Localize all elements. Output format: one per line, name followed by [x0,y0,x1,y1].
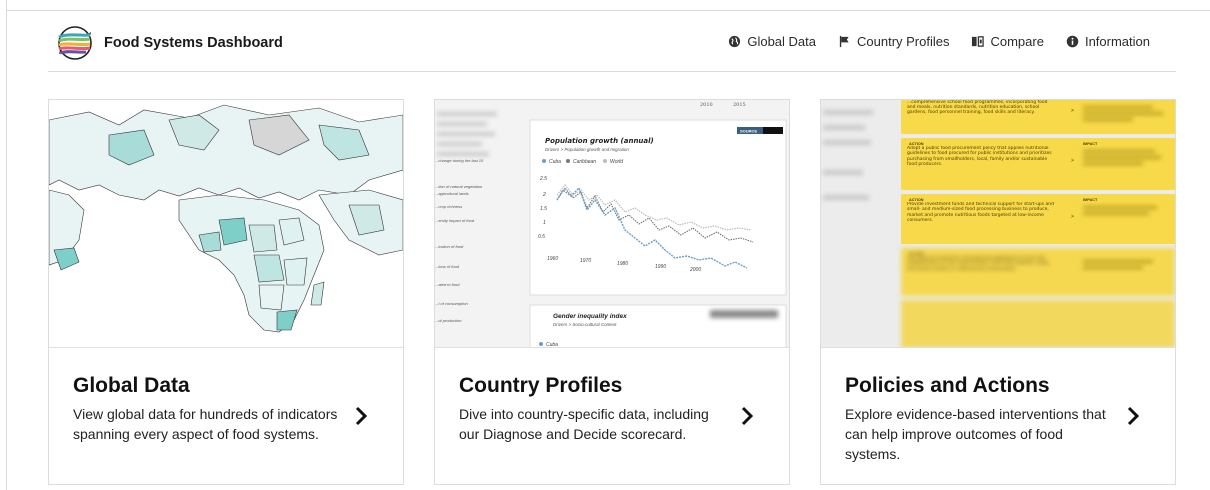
card-title: Global Data [73,374,190,397]
policies-image: ...comprehensive school food programmes,… [821,100,1175,347]
nav-compare[interactable]: Compare [971,34,1044,49]
year-label: 2010 [700,102,713,108]
legend-label: Caribbean [573,159,596,165]
y-tick: 0.5 [538,234,545,240]
card-policies-actions[interactable]: ...comprehensive school food programmes,… [820,99,1176,485]
card-title: Policies and Actions [845,374,1050,397]
sidebar-label: ...of production [435,318,462,323]
sidebar-label: ...t of consumption [435,301,468,306]
card-country-profiles[interactable]: 2010 2015 SOURCE Population growth (annu… [434,99,790,485]
y-tick: 1 [543,220,546,226]
sidebar-label: ...ersity impact of food [435,218,475,223]
impact-label: IMPACT [1083,198,1098,202]
x-tick: 1960 [547,256,558,262]
window-edge [6,0,7,490]
globe-icon [729,35,741,48]
impact-label: IMPACT [1083,142,1098,146]
action-text: Use financial incentives and planning re… [907,256,1050,272]
x-tick: 1980 [617,261,628,267]
sidebar-label: ...crop richness [435,204,462,209]
info-icon [1066,35,1079,48]
sidebar-label: ...ication of food [435,244,464,249]
logo-icon [58,26,92,60]
card-global-data[interactable]: Global Data View global data for hundred… [48,99,404,485]
legend-label: World [610,159,623,165]
x-tick: 1970 [580,258,591,264]
x-tick: 2000 [689,267,701,273]
card-description: View global data for hundreds of indicat… [73,406,338,442]
brand-link[interactable]: Food Systems Dashboard [56,24,283,62]
brand-name: Food Systems Dashboard [104,35,283,51]
nav-label: Global Data [747,34,816,49]
nav-global-data[interactable]: Global Data [728,34,816,49]
legend-label: Cuba [549,159,561,165]
action-text: ...comprehensive school food programmes,… [907,100,1048,116]
world-map-preview [49,100,403,348]
country-profile-image: 2010 2015 SOURCE Population growth (annu… [435,100,789,348]
chart-title: Population growth (annual) [545,137,654,145]
action-text: Adopt a public food procurement policy t… [907,146,1052,167]
nav-label: Information [1084,34,1150,49]
flag-icon [839,35,849,48]
chevron-right-icon: > [1071,108,1074,114]
card-description: Explore evidence-based interventions tha… [845,406,1106,462]
sidebar-label: ...ated to food [435,282,460,287]
nav-label: Compare [990,34,1044,49]
sidebar-label: ...agricultural lands [435,191,469,196]
second-chart-subtitle: Drivers > Socio-cultural Context [553,322,617,327]
chevron-right-icon[interactable] [739,405,755,427]
chevron-right-icon: > [1071,214,1074,220]
sidebar-label: ...tion of natural vegetation [435,184,483,189]
chevron-right-icon[interactable] [353,405,369,427]
y-tick: 1.5 [540,206,547,212]
chevron-right-icon: > [1071,158,1074,164]
compare-icon [972,36,985,47]
nav-information[interactable]: Information [1066,34,1150,49]
country-profile-preview: 2010 2015 SOURCE Population growth (annu… [435,100,789,348]
sidebar-label: ...change during the last 10 [435,158,484,163]
y-tick: 2 [542,192,546,198]
year-label: 2015 [733,102,746,108]
chart-subtitle: Drivers > Population growth and migratio… [545,147,629,152]
world-map-image [49,100,403,347]
y-tick: 2.5 [539,176,547,182]
second-chart-title: Gender inequality index [553,313,627,320]
nav-country-profiles[interactable]: Country Profiles [838,34,949,49]
nav-label: Country Profiles [857,34,950,49]
card-description: Dive into country-specific data, includi… [459,406,709,442]
main-nav: Global Data Country Profiles Compare Inf… [728,34,1150,49]
source-badge-label: SOURCE [740,129,757,134]
action-text: Provide investment funds and technical s… [907,202,1055,223]
legend-label: Cuba [546,342,558,348]
sidebar-label: ...ions of food [435,264,460,269]
site-header: Food Systems Dashboard Global Data Count… [48,22,1176,72]
window-top-edge [6,10,1210,11]
x-tick: 1990 [655,264,666,270]
card-title: Country Profiles [459,374,623,397]
chevron-right-icon[interactable] [1125,405,1141,427]
policies-preview: ...comprehensive school food programmes,… [821,100,1175,348]
